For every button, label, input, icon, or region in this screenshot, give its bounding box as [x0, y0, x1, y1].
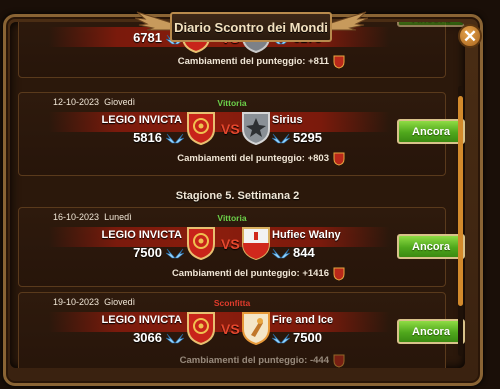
log-entry: 16-10-2023 Lunedì Vittoria LEGIO INVICTA…: [18, 207, 465, 287]
blue-wings-icon: [272, 333, 290, 344]
log-entry: 12-10-2023 Giovedì Vittoria LEGIO INVICT…: [18, 92, 465, 176]
score-change-value: +811: [308, 56, 329, 67]
guild-emblem-red-icon: [187, 112, 215, 145]
red-shield-badge-icon: [333, 354, 345, 368]
left-wing-ornament-icon: [135, 11, 175, 31]
guild-emblem-orange-icon: [242, 312, 270, 345]
action-button[interactable]: Ancora: [397, 119, 465, 144]
score-change-label: Cambiamenti del punteggio:: [177, 56, 306, 67]
match-bar: [49, 312, 389, 332]
score-right: 5295: [293, 130, 322, 145]
blue-wings-icon: [272, 248, 290, 259]
guild-name-left: LEGIO INVICTA: [101, 229, 182, 241]
score-change-label: Cambiamenti del punteggio:: [177, 153, 305, 164]
score-change: Cambiamenti del punteggio: +803: [19, 153, 329, 164]
red-shield-badge-icon: [333, 152, 345, 166]
season-header: Stagione 5. Settimana 2: [175, 190, 300, 202]
red-shield-badge-icon: [333, 267, 345, 281]
blue-wings-icon: [166, 333, 184, 344]
score-change-value: -444: [309, 355, 329, 366]
guild-name-left: LEGIO INVICTA: [101, 114, 182, 126]
vs-label: VS: [221, 121, 240, 137]
action-button[interactable]: Ancora: [397, 319, 465, 344]
log-entry: 19-10-2023 Giovedì Sconfitta LEGIO INVIC…: [18, 292, 465, 368]
action-button[interactable]: Ancora: [397, 234, 465, 259]
close-button[interactable]: ✕: [458, 24, 482, 48]
right-wing-ornament-icon: [328, 11, 368, 31]
action-button[interactable]: Ancora: [397, 22, 465, 27]
score-left: 6781: [133, 30, 162, 45]
vs-label: VS: [221, 236, 240, 252]
guild-name-right: Hufiec Walny: [272, 229, 341, 241]
match-bar: [49, 112, 389, 132]
guild-emblem-red-icon: [187, 227, 215, 260]
score-change: Cambiamenti del punteggio: -444: [19, 355, 329, 366]
score-right: 844: [293, 245, 315, 260]
vs-label: VS: [221, 321, 240, 337]
close-icon: ✕: [462, 26, 478, 46]
score-change: Cambiamenti del punteggio: +1416: [19, 268, 329, 279]
match-result: Vittoria: [217, 98, 247, 108]
score-change-label: Cambiamenti del punteggio:: [171, 268, 300, 279]
scrollbar-thumb[interactable]: [458, 96, 463, 306]
guild-name-right: Sirius: [272, 114, 303, 126]
score-left: 3066: [133, 330, 162, 345]
score-left: 5816: [133, 130, 162, 145]
score-change-label: Cambiamenti del punteggio:: [179, 355, 308, 366]
dialog-title: Diario Scontro dei Mondi: [174, 19, 328, 35]
score-change-value: +803: [307, 153, 329, 164]
blue-wings-icon: [272, 133, 290, 144]
match-result: Vittoria: [217, 213, 247, 223]
score-change: Cambiamenti del punteggio: +811: [19, 56, 329, 67]
red-shield-badge-icon: [333, 55, 345, 69]
blue-wings-icon: [166, 133, 184, 144]
blue-wings-icon: [166, 248, 184, 259]
guild-name-left: LEGIO INVICTA: [101, 314, 182, 326]
guild-emblem-white-red-icon: [242, 227, 270, 260]
dialog-title-banner: Diario Scontro dei Mondi: [170, 12, 332, 42]
score-left: 7500: [133, 245, 162, 260]
match-result: Sconfitta: [213, 298, 251, 308]
guild-emblem-red-icon: [187, 312, 215, 345]
guild-name-right: Fire and Ice: [272, 314, 334, 326]
score-change-value: +1416: [302, 268, 329, 279]
score-right: 7500: [293, 330, 322, 345]
guild-emblem-silver-icon: [242, 112, 270, 145]
log-list[interactable]: 6781 VS 6178 Cambiamenti del punteggio: …: [10, 22, 465, 368]
